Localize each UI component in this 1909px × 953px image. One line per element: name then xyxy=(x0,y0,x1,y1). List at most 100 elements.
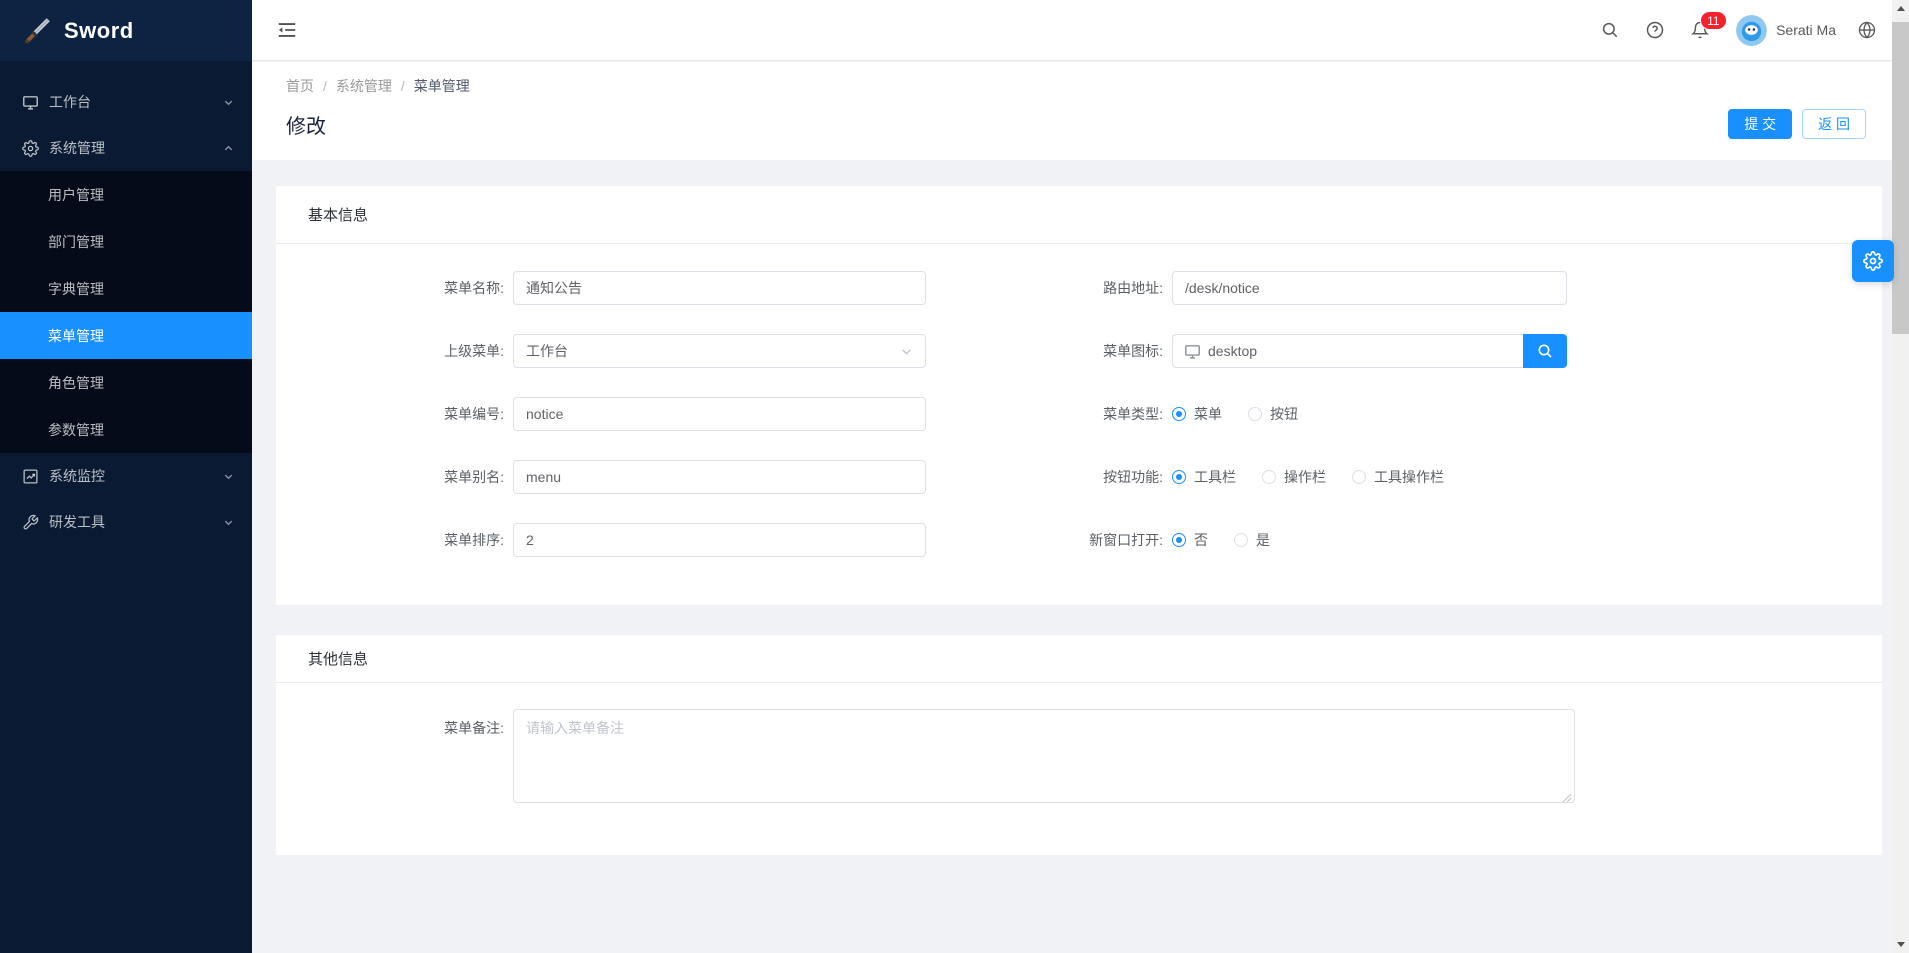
selected-value: 工作台 xyxy=(526,341,568,361)
sidebar: Sword 工作台 系统管理 用户管理 部门管理 字典管理 菜单管理 角色管理 … xyxy=(0,0,252,953)
chevron-up-icon xyxy=(223,143,234,154)
notification-badge: 11 xyxy=(1700,11,1726,30)
menu-fold-icon[interactable] xyxy=(276,19,298,41)
icon-search-button[interactable] xyxy=(1523,334,1567,368)
sidebar-item-user-mgmt[interactable]: 用户管理 xyxy=(0,171,252,218)
radio-menu-type-menu[interactable]: 菜单 xyxy=(1172,404,1222,424)
sidebar-item-label: 系统监控 xyxy=(49,466,105,486)
sidebar-item-system-monitor[interactable]: 系统监控 xyxy=(0,453,252,499)
field-menu-icon: 菜单图标: desktop xyxy=(1079,334,1882,368)
sidebar-item-param-mgmt[interactable]: 参数管理 xyxy=(0,406,252,453)
menu-alias-input[interactable] xyxy=(513,460,926,494)
radio-label: 否 xyxy=(1194,530,1208,550)
sidebar-item-dev-tools[interactable]: 研发工具 xyxy=(0,499,252,545)
radio-checked-icon xyxy=(1172,533,1186,547)
menu-name-input[interactable] xyxy=(513,271,926,305)
sword-logo-icon xyxy=(22,16,52,46)
scrollbar-up-arrow[interactable] xyxy=(1892,0,1909,17)
parent-menu-select[interactable]: 工作台 xyxy=(513,334,926,368)
field-label: 菜单别名: xyxy=(276,467,513,487)
vertical-scrollbar[interactable] xyxy=(1892,0,1909,953)
field-menu-code: 菜单编号: xyxy=(276,397,1079,431)
breadcrumb-system-mgmt[interactable]: 系统管理 xyxy=(336,76,392,96)
other-info-card: 其他信息 菜单备注: xyxy=(276,635,1882,855)
basic-info-card-title: 基本信息 xyxy=(276,186,1882,244)
radio-unchecked-icon xyxy=(1262,470,1276,484)
topbar: 11 Serati Ma xyxy=(252,0,1892,61)
chart-icon xyxy=(22,468,39,485)
sidebar-item-dict-mgmt[interactable]: 字典管理 xyxy=(0,265,252,312)
field-new-window: 新窗口打开: 否 是 xyxy=(1079,523,1882,557)
main-content: 基本信息 菜单名称: 上级菜单: 工作台 菜单编号: xyxy=(252,160,1892,953)
radio-new-window-no[interactable]: 否 xyxy=(1172,530,1208,550)
monitor-icon xyxy=(22,94,39,111)
chevron-down-icon xyxy=(223,517,234,528)
topbar-actions: 11 Serati Ma xyxy=(1601,15,1892,46)
radio-unchecked-icon xyxy=(1248,407,1262,421)
field-menu-remark: 菜单备注: xyxy=(276,683,1882,808)
menu-icon-input[interactable]: desktop xyxy=(1172,334,1523,368)
radio-label: 按钮 xyxy=(1270,404,1298,424)
basic-info-card: 基本信息 菜单名称: 上级菜单: 工作台 菜单编号: xyxy=(276,186,1882,605)
gear-icon xyxy=(22,140,39,157)
notifications[interactable]: 11 xyxy=(1691,21,1709,39)
field-label: 菜单排序: xyxy=(276,530,513,550)
radio-unchecked-icon xyxy=(1234,533,1248,547)
scrollbar-thumb[interactable] xyxy=(1892,22,1909,334)
field-route-path: 路由地址: xyxy=(1079,271,1882,305)
submenu-label: 参数管理 xyxy=(48,420,104,440)
sidebar-item-menu-mgmt[interactable]: 菜单管理 xyxy=(0,312,252,359)
field-menu-alias: 菜单别名: xyxy=(276,460,1079,494)
sidebar-item-dept-mgmt[interactable]: 部门管理 xyxy=(0,218,252,265)
help-icon[interactable] xyxy=(1646,21,1664,39)
menu-code-input[interactable] xyxy=(513,397,926,431)
radio-btn-func-both[interactable]: 工具操作栏 xyxy=(1352,467,1444,487)
gear-icon xyxy=(1863,251,1883,271)
radio-label: 操作栏 xyxy=(1284,467,1326,487)
radio-menu-type-button[interactable]: 按钮 xyxy=(1248,404,1298,424)
search-icon[interactable] xyxy=(1601,21,1619,39)
scrollbar-down-arrow[interactable] xyxy=(1892,936,1909,953)
sidebar-item-workbench[interactable]: 工作台 xyxy=(0,79,252,125)
menu-sort-input[interactable] xyxy=(513,523,926,557)
radio-btn-func-actionbar[interactable]: 操作栏 xyxy=(1262,467,1326,487)
radio-checked-icon xyxy=(1172,407,1186,421)
theme-settings-button[interactable] xyxy=(1852,240,1894,282)
sidebar-item-role-mgmt[interactable]: 角色管理 xyxy=(0,359,252,406)
back-button[interactable]: 返 回 xyxy=(1802,109,1866,139)
field-menu-sort: 菜单排序: xyxy=(276,523,1079,557)
username[interactable]: Serati Ma xyxy=(1776,22,1836,38)
submit-button[interactable]: 提 交 xyxy=(1728,109,1792,139)
radio-label: 工具操作栏 xyxy=(1374,467,1444,487)
field-label: 上级菜单: xyxy=(276,341,513,361)
page-title: 修改 xyxy=(286,110,326,139)
field-label: 菜单名称: xyxy=(276,278,513,298)
field-label: 按钮功能: xyxy=(1079,467,1172,487)
radio-label: 工具栏 xyxy=(1194,467,1236,487)
breadcrumb-current: 菜单管理 xyxy=(414,76,470,96)
route-path-input[interactable] xyxy=(1172,271,1567,305)
sidebar-item-label: 系统管理 xyxy=(49,138,105,158)
radio-new-window-yes[interactable]: 是 xyxy=(1234,530,1270,550)
select-chevron-icon xyxy=(900,345,913,358)
breadcrumb-home[interactable]: 首页 xyxy=(286,76,314,96)
radio-btn-func-toolbar[interactable]: 工具栏 xyxy=(1172,467,1236,487)
globe-icon[interactable] xyxy=(1858,21,1876,39)
breadcrumb: 首页 / 系统管理 / 菜单管理 xyxy=(286,76,1866,96)
search-icon xyxy=(1537,343,1553,359)
page-header: 首页 / 系统管理 / 菜单管理 修改 提 交 返 回 xyxy=(252,62,1892,160)
chevron-down-icon xyxy=(223,97,234,108)
submenu-label: 角色管理 xyxy=(48,373,104,393)
menu-remark-textarea[interactable] xyxy=(513,709,1575,803)
radio-label: 菜单 xyxy=(1194,404,1222,424)
radio-unchecked-icon xyxy=(1352,470,1366,484)
radio-label: 是 xyxy=(1256,530,1270,550)
desktop-icon xyxy=(1184,343,1201,360)
system-mgmt-submenu: 用户管理 部门管理 字典管理 菜单管理 角色管理 参数管理 xyxy=(0,171,252,453)
sidebar-item-system-mgmt[interactable]: 系统管理 xyxy=(0,125,252,171)
user-avatar[interactable] xyxy=(1736,15,1767,46)
app-logo[interactable]: Sword xyxy=(0,0,252,61)
sidebar-item-label: 工作台 xyxy=(49,92,91,112)
field-label: 菜单图标: xyxy=(1079,341,1172,361)
field-label: 菜单备注: xyxy=(276,709,513,808)
